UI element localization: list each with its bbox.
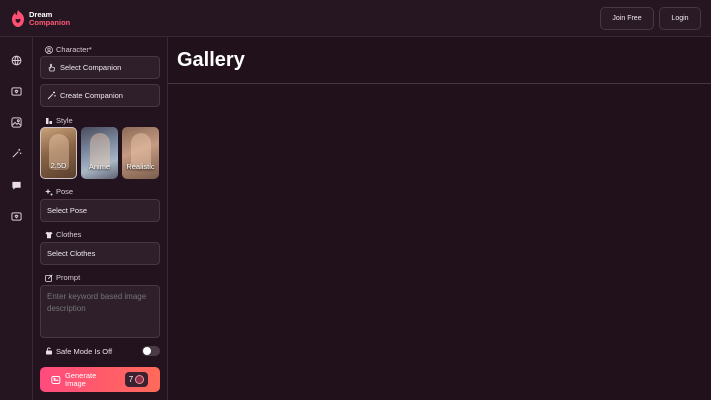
- prompt-label: Prompt: [56, 273, 81, 282]
- toggle-knob: [143, 347, 151, 355]
- image-sparkle-icon: [51, 375, 61, 384]
- generate-image-label: Generate Image: [65, 370, 97, 388]
- pose-label: Pose: [56, 187, 74, 196]
- style-option-label: 2.5D: [50, 161, 67, 170]
- style-label: Style: [56, 116, 73, 125]
- unlock-icon: [46, 347, 52, 355]
- pose-select-value: Select Pose: [47, 206, 88, 215]
- login-button[interactable]: Login: [659, 7, 701, 30]
- user-circle-icon: [45, 45, 53, 54]
- globe-icon[interactable]: [10, 54, 22, 66]
- style-option-realistic[interactable]: Realistic: [122, 127, 159, 179]
- clothes-select-value: Select Clothes: [47, 249, 96, 258]
- safe-mode-toggle[interactable]: [142, 346, 160, 356]
- safe-mode-row: Safe Mode Is Off: [45, 345, 160, 357]
- generate-image-button[interactable]: Generate Image 7: [40, 367, 160, 392]
- create-companion-button[interactable]: Create Companion: [40, 84, 160, 107]
- title-divider: [168, 83, 711, 84]
- gallery-area: Gallery: [168, 37, 711, 400]
- sparkle-icon: [45, 188, 53, 195]
- pose-label-row: Pose: [45, 187, 73, 196]
- character-label: Character*: [56, 45, 92, 54]
- select-companion-label: Select Companion: [60, 63, 122, 72]
- credit-cost-badge: 7: [125, 372, 148, 387]
- image-heart-icon[interactable]: [10, 85, 22, 97]
- pose-select[interactable]: Select Pose: [40, 199, 160, 222]
- style-option-label: Realistic: [126, 162, 155, 171]
- clothes-label-row: Clothes: [45, 230, 81, 239]
- edit-icon: [45, 274, 53, 282]
- generator-panel: Character* Select Companion Create Compa…: [33, 37, 168, 400]
- select-companion-button[interactable]: Select Companion: [40, 56, 160, 79]
- brand-logo[interactable]: Dream Companion: [9, 8, 71, 30]
- palette-icon: [46, 117, 52, 124]
- style-label-row: Style: [45, 116, 73, 125]
- safe-mode-label: Safe Mode Is Off: [56, 346, 113, 356]
- style-option-2-5d[interactable]: 2.5D: [40, 127, 77, 179]
- prompt-label-row: Prompt: [45, 273, 80, 282]
- magic-wand-icon[interactable]: [10, 147, 22, 159]
- flame-heart-icon: [12, 10, 24, 27]
- tshirt-icon: [45, 231, 53, 238]
- join-free-button[interactable]: Join Free: [600, 7, 654, 30]
- pointer-hand-icon: [48, 63, 55, 72]
- chat-icon[interactable]: [10, 179, 22, 191]
- top-bar: Dream Companion Join Free Login: [0, 0, 711, 37]
- image-heart-alt-icon[interactable]: [10, 210, 22, 222]
- prompt-textarea[interactable]: [40, 285, 160, 338]
- icon-sidebar: [0, 37, 33, 400]
- gallery-icon[interactable]: [10, 116, 22, 128]
- clothes-label: Clothes: [56, 230, 82, 239]
- brand-name-line2: Companion: [29, 18, 71, 27]
- create-companion-label: Create Companion: [60, 91, 123, 100]
- magic-wand-icon: [47, 91, 56, 100]
- style-option-anime[interactable]: Anime: [81, 127, 118, 179]
- coin-icon: [135, 375, 145, 384]
- credit-cost-value: 7: [128, 375, 134, 384]
- character-label-row: Character*: [45, 45, 92, 54]
- style-option-label: Anime: [88, 162, 111, 171]
- page-title: Gallery: [177, 49, 245, 71]
- clothes-select[interactable]: Select Clothes: [40, 242, 160, 265]
